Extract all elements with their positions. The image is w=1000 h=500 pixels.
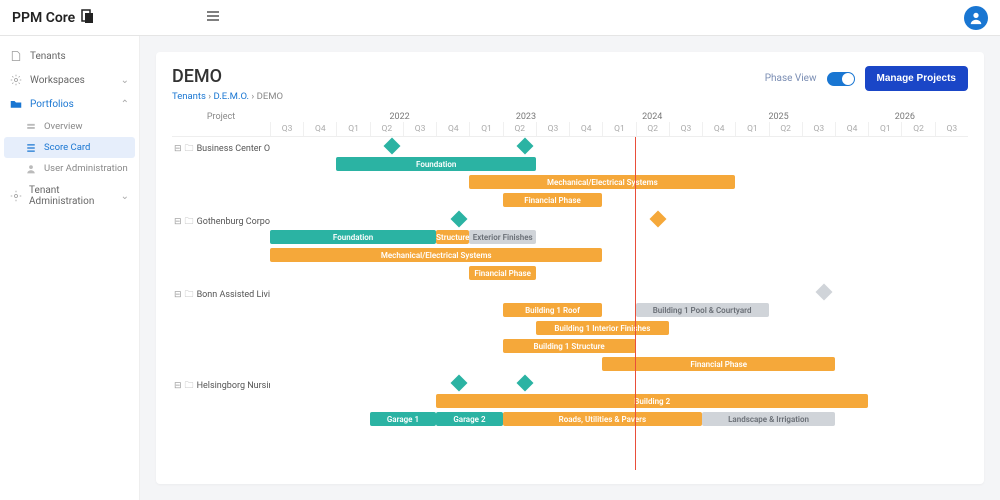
gantt-body[interactable]: ⊟🗀Business Center Offic... Foundation Mech… <box>172 137 968 470</box>
gantt-bar[interactable]: Financial Phase <box>469 266 535 280</box>
sidebar-item-tenantadmin[interactable]: Tenant Administration ⌄ <box>0 179 139 213</box>
sidebar-item-workspaces[interactable]: Workspaces ⌄ <box>0 68 139 92</box>
sidebar: Tenants Workspaces ⌄ Portfolios ⌃ Overvi… <box>0 36 140 500</box>
breadcrumb-current: DEMO <box>257 91 283 102</box>
timeline-years: 20222023202420252026 <box>270 112 968 122</box>
project-row-label[interactable]: ⊟🗀Bonn Assisted Living ... <box>172 283 270 307</box>
sidebar-subitem-scorecard[interactable]: Score Card <box>4 137 135 158</box>
project-column-header: Project <box>172 112 270 136</box>
timeline-quarters: Q3Q4Q1Q2Q3Q4Q1Q2Q3Q4Q1Q2Q3Q4Q1Q2Q3Q4Q1Q2… <box>270 122 968 136</box>
folder-icon <box>10 98 24 110</box>
app-logo: PPM Core <box>12 8 95 28</box>
sidebar-subitem-useradmin[interactable]: User Administration <box>0 158 139 179</box>
milestone-diamond[interactable] <box>816 284 833 301</box>
gantt-bar[interactable]: Mechanical/Electrical Systems <box>469 175 735 189</box>
folder-icon: 🗀 <box>185 214 194 230</box>
main-content: DEMO Tenants › D.E.M.O. › DEMO Phase Vie… <box>140 36 1000 500</box>
gantt-bar[interactable]: Roads, Utilities & Pavers <box>503 412 702 426</box>
sidebar-subitem-overview[interactable]: Overview <box>0 116 139 137</box>
gear-icon <box>10 74 24 86</box>
milestone-diamond[interactable] <box>450 211 467 228</box>
gantt-bar[interactable]: Foundation <box>336 157 535 171</box>
today-line <box>635 137 636 470</box>
phase-view-label: Phase View <box>765 73 817 84</box>
sidebar-item-label: Workspaces <box>30 75 85 86</box>
project-row-label[interactable]: ⊟🗀Helsingborg Nursing ... <box>172 374 270 398</box>
breadcrumb-demo-org[interactable]: D.E.M.O. <box>214 91 250 102</box>
folder-icon: 🗀 <box>185 378 194 394</box>
milestone-diamond[interactable] <box>517 375 534 392</box>
gantt-bar[interactable]: Building 1 Roof <box>503 303 603 317</box>
gantt-bar[interactable]: Building 1 Pool & Courtyard <box>636 303 769 317</box>
gantt-bar[interactable]: Building 2 <box>436 394 868 408</box>
file-icon <box>10 50 24 62</box>
folder-icon: 🗀 <box>185 141 194 157</box>
gantt-bar[interactable]: Landscape & Irrigation <box>702 412 835 426</box>
chevron-down-icon: ⌄ <box>121 191 129 202</box>
expand-icon[interactable]: ⊟ <box>174 290 182 300</box>
sidebar-item-tenants[interactable]: Tenants <box>0 44 139 68</box>
chevron-down-icon: ⌄ <box>121 75 129 86</box>
layers-icon <box>26 122 38 132</box>
gantt-bar[interactable]: Structure <box>436 230 469 244</box>
logo-icon <box>79 8 95 28</box>
folder-icon: 🗀 <box>185 287 194 303</box>
breadcrumb: Tenants › D.E.M.O. › DEMO <box>172 91 283 102</box>
sidebar-item-portfolios[interactable]: Portfolios ⌃ <box>0 92 139 116</box>
avatar[interactable] <box>964 6 988 30</box>
gantt-bar[interactable]: Mechanical/Electrical Systems <box>270 248 602 262</box>
sidebar-item-label: Overview <box>44 121 83 132</box>
panel: DEMO Tenants › D.E.M.O. › DEMO Phase Vie… <box>156 52 984 484</box>
sidebar-item-label: Tenant Administration <box>29 185 121 207</box>
gantt-bar[interactable]: Exterior Finishes <box>469 230 535 244</box>
gantt-bar[interactable]: Financial Phase <box>602 357 835 371</box>
project-row-label[interactable]: ⊟🗀Gothenburg Corporat... <box>172 210 270 234</box>
list-icon <box>26 143 38 153</box>
expand-icon[interactable]: ⊟ <box>174 381 182 391</box>
milestone-diamond[interactable] <box>650 211 667 228</box>
sidebar-item-label: Tenants <box>30 51 66 62</box>
gantt-bar[interactable]: Building 1 Interior Finishes <box>536 321 669 335</box>
sidebar-item-label: Portfolios <box>30 99 74 110</box>
app-name: PPM Core <box>12 10 75 26</box>
milestone-diamond[interactable] <box>384 138 401 155</box>
gear-icon <box>10 190 23 202</box>
sidebar-item-label: Score Card <box>44 142 90 153</box>
gantt-bar[interactable]: Garage 2 <box>436 412 502 426</box>
gantt-bar[interactable]: Foundation <box>270 230 436 244</box>
manage-projects-button[interactable]: Manage Projects <box>865 66 968 91</box>
phase-view-toggle[interactable] <box>827 72 855 86</box>
gantt-bar[interactable]: Building 1 Structure <box>503 339 636 353</box>
breadcrumb-tenants[interactable]: Tenants <box>172 91 206 102</box>
expand-icon[interactable]: ⊟ <box>174 144 182 154</box>
milestone-diamond[interactable] <box>517 138 534 155</box>
milestone-diamond[interactable] <box>450 375 467 392</box>
expand-icon[interactable]: ⊟ <box>174 217 182 227</box>
user-icon <box>26 164 38 174</box>
page-title: DEMO <box>172 66 283 87</box>
gantt-chart: Project 20222023202420252026 Q3Q4Q1Q2Q3Q… <box>172 112 968 470</box>
chevron-up-icon: ⌃ <box>121 99 129 110</box>
gantt-bar[interactable]: Financial Phase <box>503 193 603 207</box>
app-header: PPM Core <box>0 0 1000 36</box>
menu-toggle-icon[interactable] <box>205 8 221 27</box>
gantt-bar[interactable]: Garage 1 <box>370 412 436 426</box>
sidebar-item-label: User Administration <box>44 163 128 174</box>
project-row-label[interactable]: ⊟🗀Business Center Offic... <box>172 137 270 161</box>
